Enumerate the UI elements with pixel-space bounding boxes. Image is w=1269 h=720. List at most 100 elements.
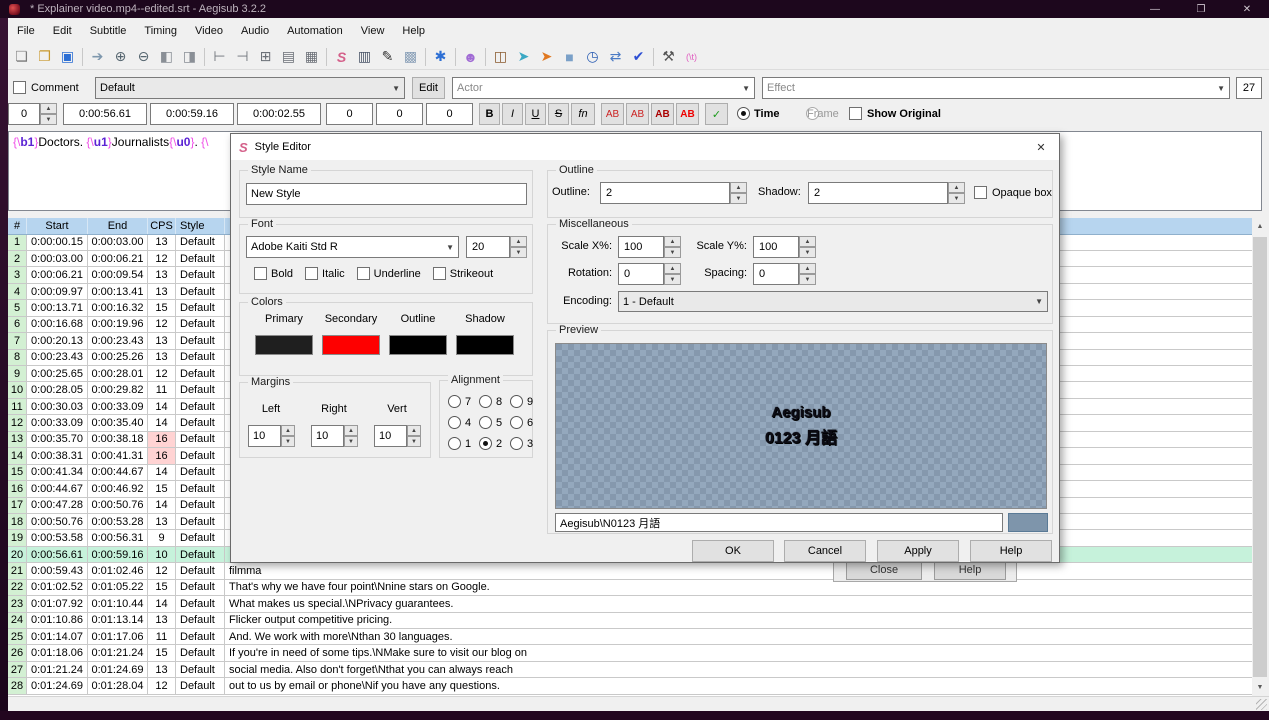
cell-end[interactable]: 0:00:03.00 [88, 235, 148, 250]
cell-style[interactable]: Default [176, 415, 225, 430]
preview-text-input[interactable]: Aegisub\N0123 月語 [555, 513, 1003, 532]
cell-end[interactable]: 0:01:10.44 [88, 596, 148, 611]
cell-style[interactable]: Default [176, 284, 225, 299]
cell-style[interactable]: Default [176, 662, 225, 677]
cell-end[interactable]: 0:01:17.06 [88, 629, 148, 644]
dialog-close-icon[interactable]: ✕ [1033, 139, 1049, 155]
underline-button[interactable]: U [525, 103, 546, 125]
menu-audio[interactable]: Audio [232, 20, 278, 42]
cell-style[interactable]: Default [176, 596, 225, 611]
cell-style[interactable]: Default [176, 432, 225, 447]
font-size-input[interactable]: 20 [466, 236, 510, 258]
scrollbar-thumb[interactable] [1253, 237, 1267, 677]
preview-background-swatch[interactable] [1008, 513, 1048, 532]
cell-start[interactable]: 0:00:38.31 [27, 448, 88, 463]
scroll-down-icon[interactable]: ▼ [1252, 679, 1268, 696]
snap-to-scene-icon[interactable]: ⊞ [254, 46, 277, 68]
shift-times-icon[interactable]: ◷ [581, 46, 604, 68]
cell-num[interactable]: 8 [8, 350, 27, 365]
shadow-color-button[interactable]: AB [676, 103, 699, 125]
cell-num[interactable]: 18 [8, 514, 27, 529]
alignment-8-radio[interactable] [479, 395, 492, 408]
opaque-box-checkbox[interactable] [974, 186, 987, 199]
cell-start[interactable]: 0:00:13.71 [27, 300, 88, 315]
bold-checkbox[interactable] [254, 267, 267, 280]
margin-left-stepper[interactable]: ▲▼ [281, 425, 295, 447]
cell-cps[interactable]: 14 [148, 596, 176, 611]
cancel-button[interactable]: Cancel [784, 540, 866, 562]
cell-start[interactable]: 0:00:56.61 [27, 547, 88, 562]
cell-start[interactable]: 0:00:09.97 [27, 284, 88, 299]
cell-cps[interactable]: 14 [148, 498, 176, 513]
cell-num[interactable]: 6 [8, 317, 27, 332]
cell-style[interactable]: Default [176, 465, 225, 480]
cell-style[interactable]: Default [176, 645, 225, 660]
cell-text[interactable]: social media. Also don't forget\Nthat yo… [225, 662, 1252, 677]
stop-playback-icon[interactable]: ■ [558, 46, 581, 68]
cell-cps[interactable]: 13 [148, 235, 176, 250]
cell-start[interactable]: 0:00:20.13 [27, 333, 88, 348]
scale-x-stepper[interactable]: ▲▼ [664, 236, 681, 258]
override-tag-toggle-icon[interactable]: (\t) [680, 46, 703, 68]
cell-cps[interactable]: 12 [148, 678, 176, 693]
menu-video[interactable]: Video [186, 20, 232, 42]
cell-end[interactable]: 0:00:29.82 [88, 382, 148, 397]
cell-end[interactable]: 0:00:59.16 [88, 547, 148, 562]
cell-start[interactable]: 0:00:33.09 [27, 415, 88, 430]
cell-start[interactable]: 0:00:44.67 [27, 481, 88, 496]
cell-num[interactable]: 14 [8, 448, 27, 463]
seek-forward-icon[interactable]: ➤ [535, 46, 558, 68]
cell-start[interactable]: 0:01:10.86 [27, 613, 88, 628]
cell-end[interactable]: 0:00:41.31 [88, 448, 148, 463]
cell-end[interactable]: 0:01:24.69 [88, 662, 148, 677]
resample-resolution-icon[interactable]: ✱ [429, 46, 452, 68]
outline-width-input[interactable]: 2 [600, 182, 730, 204]
cell-num[interactable]: 5 [8, 300, 27, 315]
style-name-input[interactable]: New Style [246, 183, 527, 205]
cell-cps[interactable]: 15 [148, 580, 176, 595]
cell-num[interactable]: 9 [8, 366, 27, 381]
cell-start[interactable]: 0:00:35.70 [27, 432, 88, 447]
encoding-select[interactable]: 1 - Default▼ [618, 291, 1048, 312]
video-jump-end-icon[interactable]: ◨ [178, 46, 201, 68]
shift-by-time-icon[interactable]: ▤ [277, 46, 300, 68]
table-row[interactable]: 210:00:59.430:01:02.4612Defaultfilmma [8, 563, 1252, 579]
spacing-stepper[interactable]: ▲▼ [799, 263, 816, 285]
cell-num[interactable]: 10 [8, 382, 27, 397]
cell-end[interactable]: 0:00:25.26 [88, 350, 148, 365]
cell-num[interactable]: 25 [8, 629, 27, 644]
cell-cps[interactable]: 14 [148, 415, 176, 430]
cell-start[interactable]: 0:01:18.06 [27, 645, 88, 660]
menu-view[interactable]: View [352, 20, 394, 42]
cell-end[interactable]: 0:01:05.22 [88, 580, 148, 595]
cell-start[interactable]: 0:00:41.34 [27, 465, 88, 480]
outline-stepper[interactable]: ▲▼ [730, 182, 747, 204]
spacing-input[interactable]: 0 [753, 263, 799, 285]
cell-num[interactable]: 17 [8, 498, 27, 513]
table-row[interactable]: 260:01:18.060:01:21.2415DefaultIf you're… [8, 645, 1252, 661]
cell-start[interactable]: 0:00:50.76 [27, 514, 88, 529]
time-radio[interactable] [737, 107, 750, 120]
cell-num[interactable]: 1 [8, 235, 27, 250]
cell-start[interactable]: 0:00:59.43 [27, 563, 88, 578]
cell-num[interactable]: 20 [8, 547, 27, 562]
bold-button[interactable]: B [479, 103, 500, 125]
margin-vert-input[interactable]: 10 [374, 425, 407, 447]
table-row[interactable]: 270:01:21.240:01:24.6913Defaultsocial me… [8, 662, 1252, 678]
cell-style[interactable]: Default [176, 678, 225, 693]
cell-num[interactable]: 24 [8, 613, 27, 628]
cell-text[interactable]: That's why we have four point\Nnine star… [225, 580, 1252, 595]
alignment-4-radio[interactable] [448, 416, 461, 429]
secondary-color-button[interactable]: AB [626, 103, 649, 125]
cell-style[interactable]: Default [176, 350, 225, 365]
rotation-input[interactable]: 0 [618, 263, 664, 285]
alignment-9-radio[interactable] [510, 395, 523, 408]
cell-start[interactable]: 0:00:03.00 [27, 251, 88, 266]
cell-end[interactable]: 0:00:50.76 [88, 498, 148, 513]
open-subtitles-icon[interactable]: ❐ [33, 46, 56, 68]
zoom-out-icon[interactable]: ⊖ [132, 46, 155, 68]
maximize-button[interactable]: ❒ [1186, 0, 1216, 18]
cell-end[interactable]: 0:00:23.43 [88, 333, 148, 348]
cell-end[interactable]: 0:00:44.67 [88, 465, 148, 480]
margin-right-input[interactable]: 10 [311, 425, 344, 447]
